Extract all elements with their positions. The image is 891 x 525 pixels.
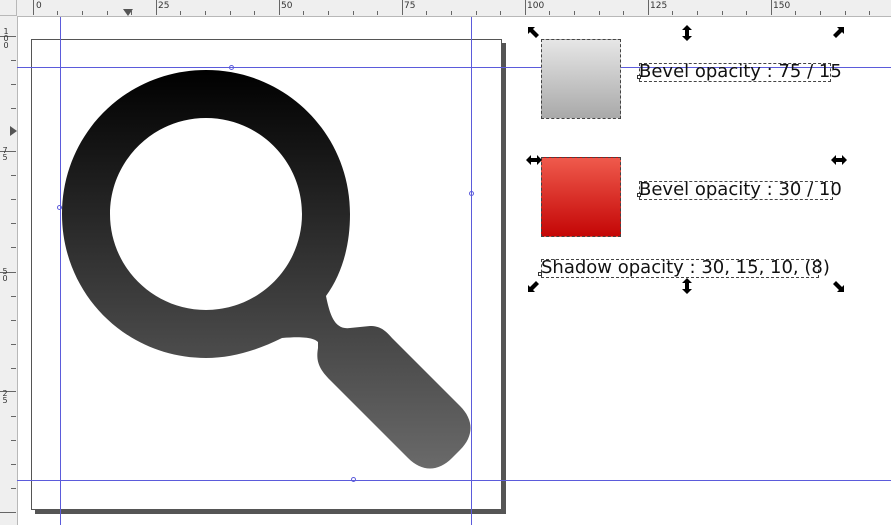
- ruler-pointer-icon: [123, 9, 133, 16]
- stretch-handle-right-icon[interactable]: [831, 154, 847, 166]
- ruler-left-label-50: 50: [2, 267, 8, 283]
- guide-node-bottom[interactable]: [351, 477, 356, 482]
- bevel-30-label[interactable]: Bevel opacity : 30 / 10: [639, 179, 842, 201]
- guide-vertical-left[interactable]: [60, 17, 61, 525]
- bevel-75-label[interactable]: Bevel opacity : 75 / 15: [639, 61, 842, 83]
- horizontal-ruler[interactable]: 0 25 50 75 100 125 150: [17, 0, 891, 17]
- stretch-handle-left-icon[interactable]: [526, 154, 542, 166]
- ruler-left-label-25: 25: [2, 389, 8, 405]
- ruler-top-label-25: 25: [158, 1, 170, 11]
- vertical-ruler[interactable]: 100 75 50 25: [0, 16, 18, 525]
- ruler-top-label-100: 100: [527, 1, 545, 11]
- magnifying-glass-icon[interactable]: [60, 68, 475, 483]
- scale-handle-bottom-left-icon[interactable]: [527, 279, 541, 293]
- guide-horizontal-bottom[interactable]: [17, 480, 891, 481]
- bevel-30-swatch[interactable]: [541, 157, 621, 237]
- ruler-top-label-50: 50: [281, 1, 293, 11]
- stretch-handle-top-icon[interactable]: [681, 25, 693, 41]
- ruler-top-label-75: 75: [404, 1, 416, 11]
- guide-node-left[interactable]: [57, 205, 62, 210]
- ruler-left-label-100: 100: [3, 27, 9, 50]
- scale-handle-top-left-icon[interactable]: [527, 26, 541, 40]
- ruler-top-label-150: 150: [773, 1, 791, 11]
- ruler-corner: [0, 0, 17, 16]
- bevel-75-swatch[interactable]: [541, 39, 621, 119]
- guide-node-top[interactable]: [229, 65, 234, 70]
- guide-vertical-right[interactable]: [471, 17, 472, 525]
- ruler-pointer-left-icon: [10, 126, 17, 136]
- ruler-left-label-75: 75: [2, 146, 8, 162]
- shadow-label[interactable]: Shadow opacity : 30, 15, 10, (8): [541, 257, 830, 279]
- guide-node-right[interactable]: [469, 191, 474, 196]
- ruler-top-label-0: 0: [36, 1, 42, 11]
- scale-handle-top-right-icon[interactable]: [831, 26, 845, 40]
- drawing-canvas[interactable]: Bevel opacity : 75 / 15 Bevel opacity : …: [17, 17, 891, 525]
- stretch-handle-bottom-icon[interactable]: [681, 278, 693, 294]
- scale-handle-bottom-right-icon[interactable]: [831, 279, 845, 293]
- ruler-top-label-125: 125: [650, 1, 668, 11]
